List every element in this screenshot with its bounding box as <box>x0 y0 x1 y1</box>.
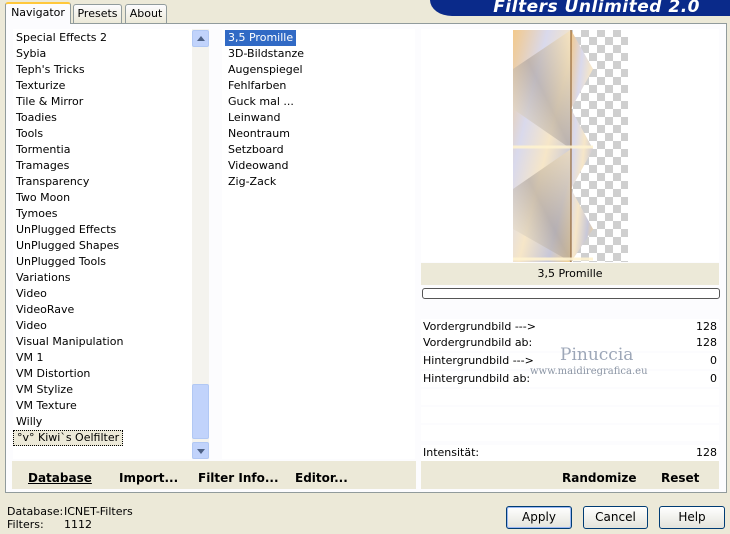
category-item[interactable]: Toadies <box>13 110 60 126</box>
parameter-value: 128 <box>696 336 717 349</box>
scroll-down-button[interactable] <box>192 442 209 459</box>
reset-button[interactable]: Reset <box>661 471 699 485</box>
parameter-row[interactable]: Intensität: 128 <box>421 445 719 461</box>
status-filters-value: 1112 <box>64 518 92 531</box>
category-item[interactable]: Tymoes <box>13 206 60 222</box>
status-database-value: ICNET-Filters <box>64 505 133 518</box>
category-item[interactable]: Special Effects 2 <box>13 30 110 46</box>
category-item[interactable]: Video <box>13 318 50 334</box>
category-item[interactable]: Sybia <box>13 46 49 62</box>
category-list[interactable]: Special Effects 2 Sybia Teph's Tricks Textu… <box>13 29 192 459</box>
category-item[interactable]: Tramages <box>13 158 72 174</box>
parameter-value: 0 <box>710 354 717 367</box>
filter-toolbar: Database Import... Filter Info... Editor… <box>12 461 416 489</box>
category-item[interactable]: Tools <box>13 126 46 142</box>
filter-item[interactable]: Augenspiegel <box>225 62 306 78</box>
category-item[interactable]: Willy <box>13 414 45 430</box>
category-item[interactable]: VM Texture <box>13 398 80 414</box>
filter-item[interactable]: 3D-Bildstanze <box>225 46 307 62</box>
category-item[interactable]: Transparency <box>13 174 92 190</box>
tab-navigator[interactable]: Navigator <box>5 2 71 24</box>
category-item[interactable]: Two Moon <box>13 190 73 206</box>
filter-item[interactable]: Fehlfarben <box>225 78 289 94</box>
filter-item[interactable]: Zig-Zack <box>225 174 279 190</box>
category-item[interactable]: Tormentia <box>13 142 73 158</box>
category-item[interactable]: UnPlugged Tools <box>13 254 109 270</box>
parameter-label: Vordergrundbild ---> <box>423 320 536 333</box>
chevron-up-icon <box>197 36 205 41</box>
scroll-thumb[interactable] <box>192 384 209 439</box>
category-item[interactable]: VM Distortion <box>13 366 93 382</box>
scroll-up-button[interactable] <box>192 30 209 47</box>
chevron-down-icon <box>197 449 205 454</box>
preview-filter-name: 3,5 Promille <box>421 263 719 285</box>
parameter-label: Intensität: <box>423 446 480 459</box>
filter-list[interactable]: 3,5 Promille 3D-Bildstanze Augenspiegel Feh… <box>222 29 415 459</box>
title-banner: Filters Unlimited 2.0 <box>430 0 730 17</box>
parameter-label: Hintergrundbild ab: <box>423 372 531 385</box>
watermark-name: Pinuccia <box>560 345 634 365</box>
parameter-value: 128 <box>696 446 717 459</box>
parameter-value: 0 <box>710 372 717 385</box>
category-item[interactable]: Texturize <box>13 78 68 94</box>
category-item[interactable]: Variations <box>13 270 74 286</box>
category-item[interactable]: Visual Manipulation <box>13 334 126 350</box>
filter-item[interactable]: Videowand <box>225 158 292 174</box>
status-filters-label: Filters: <box>7 518 44 531</box>
parameter-row[interactable] <box>421 407 719 423</box>
banner-title: Filters Unlimited 2.0 <box>493 0 700 17</box>
parameter-row[interactable] <box>421 389 719 405</box>
cancel-button[interactable]: Cancel <box>583 506 648 529</box>
category-item[interactable]: VM Stylize <box>13 382 76 398</box>
parameter-row[interactable]: Vordergrundbild ---> 128 <box>421 319 719 335</box>
progress-bar <box>422 288 720 299</box>
preview-area <box>421 29 719 262</box>
editor-button[interactable]: Editor... <box>295 471 348 485</box>
category-scrollbar[interactable] <box>192 29 209 459</box>
parameter-row[interactable] <box>421 425 719 441</box>
category-item[interactable]: Teph's Tricks <box>13 62 88 78</box>
parameter-value: 128 <box>696 320 717 333</box>
tab-about[interactable]: About <box>125 4 167 23</box>
database-button[interactable]: Database <box>28 471 92 485</box>
category-item[interactable]: Video <box>13 286 50 302</box>
parameter-toolbar: Randomize Reset <box>421 461 719 489</box>
parameter-label: Hintergrundbild ---> <box>423 354 534 367</box>
import-button[interactable]: Import... <box>119 471 178 485</box>
filter-info-button[interactable]: Filter Info... <box>198 471 279 485</box>
category-item[interactable]: °v° Kiwi`s Oelfilter <box>13 430 124 446</box>
filter-item[interactable]: Neontraum <box>225 126 293 142</box>
category-item[interactable]: VideoRave <box>13 302 77 318</box>
category-item[interactable]: VM 1 <box>13 350 47 366</box>
preview-image <box>513 30 628 262</box>
filter-item[interactable]: Setzboard <box>225 142 287 158</box>
apply-button[interactable]: Apply <box>506 506 572 529</box>
category-item[interactable]: UnPlugged Effects <box>13 222 119 238</box>
parameter-label: Vordergrundbild ab: <box>423 336 533 349</box>
filter-item[interactable]: 3,5 Promille <box>225 30 297 46</box>
watermark-url: www.maidiregrafica.eu <box>530 366 648 377</box>
category-item[interactable]: Tile & Mirror <box>13 94 86 110</box>
randomize-button[interactable]: Randomize <box>562 471 636 485</box>
filter-item[interactable]: Leinwand <box>225 110 283 126</box>
category-item[interactable]: UnPlugged Shapes <box>13 238 122 254</box>
status-database-label: Database: <box>7 505 64 518</box>
tab-presets[interactable]: Presets <box>73 4 122 23</box>
filter-item[interactable]: Guck mal ... <box>225 94 297 110</box>
help-button[interactable]: Help <box>659 506 725 529</box>
